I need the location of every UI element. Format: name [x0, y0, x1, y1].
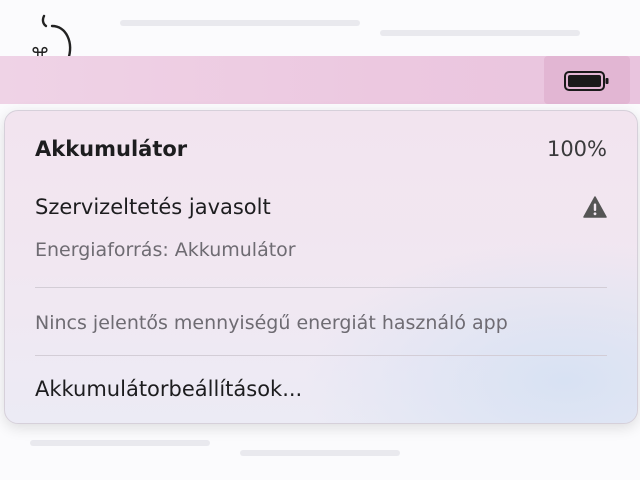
battery-menu: Akkumulátor 100% Szervizeltetés javasolt…	[4, 110, 638, 424]
battery-status-button[interactable]	[544, 56, 630, 104]
battery-title: Akkumulátor	[35, 137, 188, 161]
battery-settings-item[interactable]: Akkumulátorbeállítások...	[35, 377, 607, 401]
battery-percent: 100%	[546, 137, 607, 161]
no-energy-apps-row: Nincs jelentős mennyiségű energiát haszn…	[35, 312, 607, 334]
service-recommended-row[interactable]: Szervizeltetés javasolt	[35, 195, 607, 219]
battery-settings-label: Akkumulátorbeállítások...	[35, 377, 303, 401]
warning-triangle-icon	[583, 196, 607, 218]
background-text	[120, 20, 360, 26]
battery-header-row: Akkumulátor 100%	[35, 137, 607, 161]
power-source-label: Energiaforrás: Akkumulátor	[35, 239, 296, 261]
background-text	[240, 450, 400, 456]
background-text	[380, 30, 580, 36]
menu-divider	[35, 287, 607, 288]
service-recommended-label: Szervizeltetés javasolt	[35, 195, 271, 219]
background-text	[30, 440, 210, 446]
screen: ⌘ Akkumulátor 100% Szervizeltetés javaso…	[0, 0, 640, 480]
battery-full-icon	[564, 71, 609, 91]
power-source-row: Energiaforrás: Akkumulátor	[35, 239, 607, 261]
menu-divider	[35, 355, 607, 356]
no-energy-apps-label: Nincs jelentős mennyiségű energiát haszn…	[35, 312, 508, 334]
